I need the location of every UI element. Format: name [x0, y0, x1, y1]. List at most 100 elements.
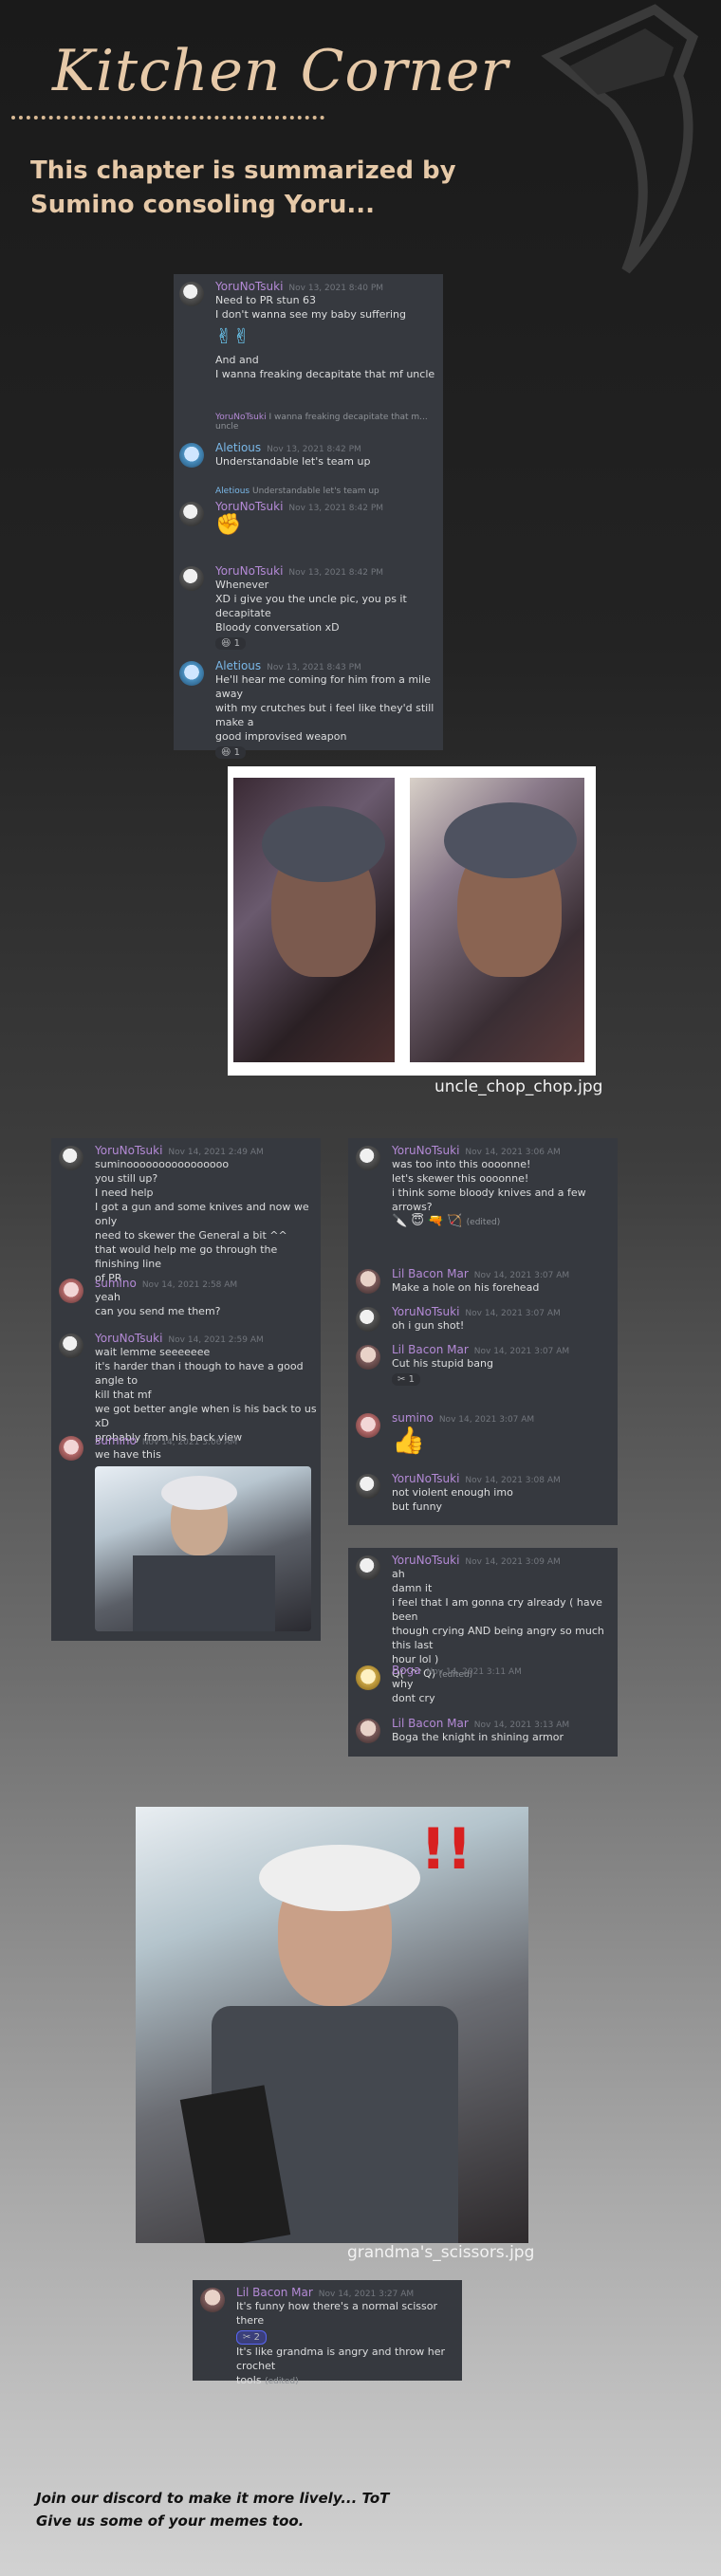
- message-text: that would help me go through the finish…: [95, 1243, 278, 1270]
- message-text: can you send me them?: [95, 1305, 221, 1317]
- message-text: dont cry: [392, 1692, 435, 1704]
- message-text: oh i gun shot!: [392, 1319, 465, 1332]
- username[interactable]: YoruNoTsuki: [215, 280, 283, 293]
- message-text: yeah: [95, 1291, 120, 1303]
- avatar: [356, 1345, 380, 1370]
- message-text: though crying AND being angry so much th…: [392, 1625, 604, 1651]
- page-title: Kitchen Corner: [52, 38, 509, 104]
- username[interactable]: Lil Bacon Mar: [236, 2286, 313, 2299]
- thumbs-up-icon: 👍: [392, 1425, 425, 1456]
- reaction[interactable]: ✂ 1: [392, 1373, 420, 1386]
- message-text: Cut his stupid bang: [392, 1357, 493, 1370]
- timestamp: Nov 14, 2021 3:09 AM: [465, 1557, 561, 1567]
- username[interactable]: YoruNoTsuki: [392, 1144, 459, 1157]
- image-caption-1: uncle_chop_chop.jpg: [434, 1077, 603, 1096]
- footer-text: Join our discord to make it more lively.…: [36, 2487, 389, 2532]
- timestamp: Nov 14, 2021 3:07 AM: [438, 1415, 535, 1425]
- username[interactable]: Boga: [392, 1664, 421, 1677]
- avatar: [356, 1719, 380, 1743]
- message-text: let's skewer this oooonne!: [392, 1172, 529, 1185]
- username[interactable]: YoruNoTsuki: [392, 1554, 459, 1567]
- timestamp: Nov 13, 2021 8:43 PM: [267, 663, 361, 672]
- message-text: I don't wanna see my baby suffering: [215, 308, 406, 321]
- timestamp: Nov 14, 2021 3:27 AM: [318, 2290, 415, 2299]
- reaction[interactable]: 😆 1: [215, 637, 246, 650]
- reply-user[interactable]: Aletious: [215, 487, 250, 496]
- username[interactable]: YoruNoTsuki: [215, 564, 283, 578]
- message-text: suminoooooooooooooooo: [95, 1158, 230, 1170]
- footer-line1: Join our discord to make it more lively.…: [36, 2490, 390, 2507]
- message-text: but funny: [392, 1500, 443, 1513]
- message-text: wait lemme seeeeeee: [95, 1346, 211, 1358]
- username[interactable]: YoruNoTsuki: [215, 500, 283, 513]
- avatar: [179, 282, 204, 306]
- reaction[interactable]: 😆 1: [215, 746, 246, 759]
- avatar: [59, 1334, 83, 1358]
- message-text: Boga the knight in shining armor: [392, 1731, 564, 1743]
- avatar: [356, 1474, 380, 1499]
- message-text: Bloody conversation xD: [215, 621, 340, 634]
- username[interactable]: sumino: [95, 1277, 137, 1290]
- username[interactable]: Aletious: [215, 659, 261, 672]
- reply-text[interactable]: I wanna freaking decapitate that m...: [268, 413, 427, 422]
- discord-chat-3: YoruNoTsuki Nov 14, 2021 3:06 AM was too …: [348, 1138, 618, 1525]
- avatar: [356, 1555, 380, 1580]
- message-text: I got a gun and some knives and now we o…: [95, 1201, 309, 1227]
- message-text: He'll hear me coming for him from a mile…: [215, 673, 431, 700]
- image-caption-2: grandma's_scissors.jpg: [347, 2243, 535, 2262]
- message-text: Need to PR stun 63: [215, 294, 317, 306]
- avatar: [356, 1665, 380, 1690]
- timestamp: Nov 14, 2021 3:07 AM: [465, 1309, 561, 1318]
- timestamp: Nov 14, 2021 3:11 AM: [426, 1667, 522, 1677]
- message-text: not violent enough imo: [392, 1486, 513, 1499]
- meme-image: !!: [136, 1807, 528, 2243]
- discord-chat-4: YoruNoTsuki Nov 14, 2021 3:09 AM ah damn …: [348, 1548, 618, 1757]
- username[interactable]: sumino: [95, 1434, 137, 1447]
- avatar: [179, 566, 204, 591]
- message-text: Understandable let's team up: [215, 455, 371, 468]
- emoji-sticker: ✊: [215, 513, 242, 537]
- discord-chat-5: Lil Bacon Mar Nov 14, 2021 3:27 AM It's f…: [193, 2280, 462, 2386]
- footer-line2: Give us some of your memes too.: [36, 2512, 305, 2530]
- username[interactable]: Lil Bacon Mar: [392, 1267, 469, 1280]
- reply-user[interactable]: YoruNoTsuki: [215, 413, 267, 422]
- message-text: kill that mf: [95, 1389, 152, 1401]
- username[interactable]: YoruNoTsuki: [95, 1332, 162, 1345]
- timestamp: Nov 14, 2021 3:13 AM: [473, 1720, 570, 1730]
- avatar: [59, 1279, 83, 1303]
- edited-label: (edited): [466, 1218, 501, 1227]
- message-text: it's harder than i though to have a good…: [95, 1360, 304, 1387]
- manga-panel-left: [233, 778, 395, 1062]
- username[interactable]: sumino: [392, 1411, 434, 1425]
- username[interactable]: YoruNoTsuki: [392, 1305, 459, 1318]
- message-text: i feel that I am gonna cry already ( hav…: [392, 1596, 602, 1623]
- message-text: good improvised weapon: [215, 730, 347, 743]
- discord-chat-2: YoruNoTsuki Nov 14, 2021 2:49 AM suminooo…: [51, 1138, 321, 1641]
- username[interactable]: YoruNoTsuki: [392, 1472, 459, 1485]
- reply-text[interactable]: Understandable let's team up: [252, 487, 379, 496]
- timestamp: Nov 13, 2021 8:40 PM: [288, 284, 384, 293]
- avatar: [200, 2288, 225, 2312]
- username[interactable]: Lil Bacon Mar: [392, 1717, 469, 1730]
- attached-image[interactable]: [95, 1466, 311, 1631]
- message-text: And and: [215, 354, 259, 366]
- message-text: with my crutches but i feel like they'd …: [215, 702, 434, 728]
- message-text: was too into this oooonne!: [392, 1158, 531, 1170]
- subtitle-line1: This chapter is summarized by: [30, 156, 456, 185]
- message-text: you still up?: [95, 1172, 158, 1185]
- message-text: why: [392, 1678, 414, 1690]
- dotted-divider: [11, 116, 324, 120]
- avatar: [356, 1146, 380, 1170]
- timestamp: Nov 14, 2021 3:07 AM: [473, 1271, 570, 1280]
- username[interactable]: Lil Bacon Mar: [392, 1343, 469, 1356]
- avatar: [356, 1307, 380, 1332]
- timestamp: Nov 14, 2021 3:06 AM: [141, 1438, 238, 1447]
- timestamp: Nov 13, 2021 8:42 PM: [267, 445, 361, 454]
- reaction-count: 1: [233, 747, 240, 758]
- username[interactable]: Aletious: [215, 441, 261, 454]
- message-text: we have this: [95, 1448, 161, 1461]
- message-text: Make a hole on his forehead: [392, 1281, 540, 1294]
- message-text: XD i give you the uncle pic, you ps it d…: [215, 593, 407, 619]
- reaction[interactable]: ✂ 2: [236, 2330, 267, 2345]
- username[interactable]: YoruNoTsuki: [95, 1144, 162, 1157]
